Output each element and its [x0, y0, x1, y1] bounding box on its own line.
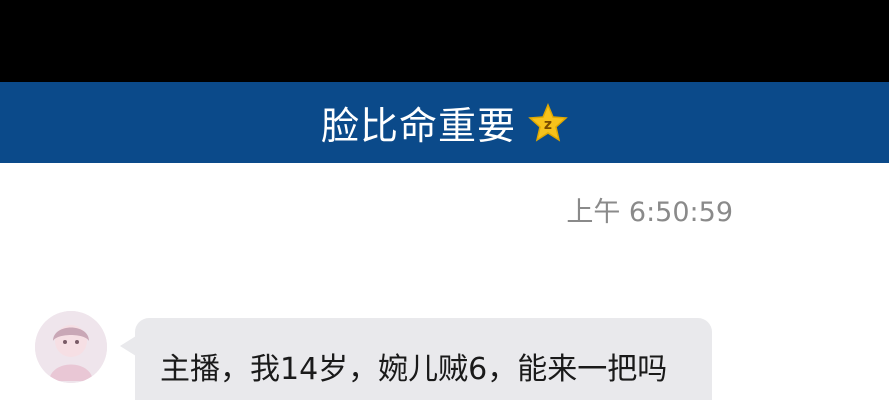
- message-bubble[interactable]: 主播，我14岁，婉儿贼6，能来一把吗: [135, 318, 712, 400]
- svg-text:z: z: [544, 117, 552, 133]
- top-black-bar: [0, 0, 889, 82]
- chat-header: 脸比命重要 z: [0, 82, 889, 163]
- chat-title: 脸比命重要: [320, 104, 516, 148]
- star-z-svg: z: [528, 102, 568, 142]
- user-avatar[interactable]: [35, 311, 107, 383]
- message-text: 主播，我14岁，婉儿贼6，能来一把吗: [160, 352, 668, 387]
- message-timestamp: 上午 6:50:59: [566, 197, 733, 228]
- message-bubble-tail: [120, 336, 136, 356]
- qq-star-z-icon: z: [528, 102, 568, 143]
- chat-window: 脸比命重要 z 上午 6:50:59 主播，我14岁，婉儿贼6，能来一把吗: [0, 82, 889, 400]
- avatar-image: [35, 311, 107, 383]
